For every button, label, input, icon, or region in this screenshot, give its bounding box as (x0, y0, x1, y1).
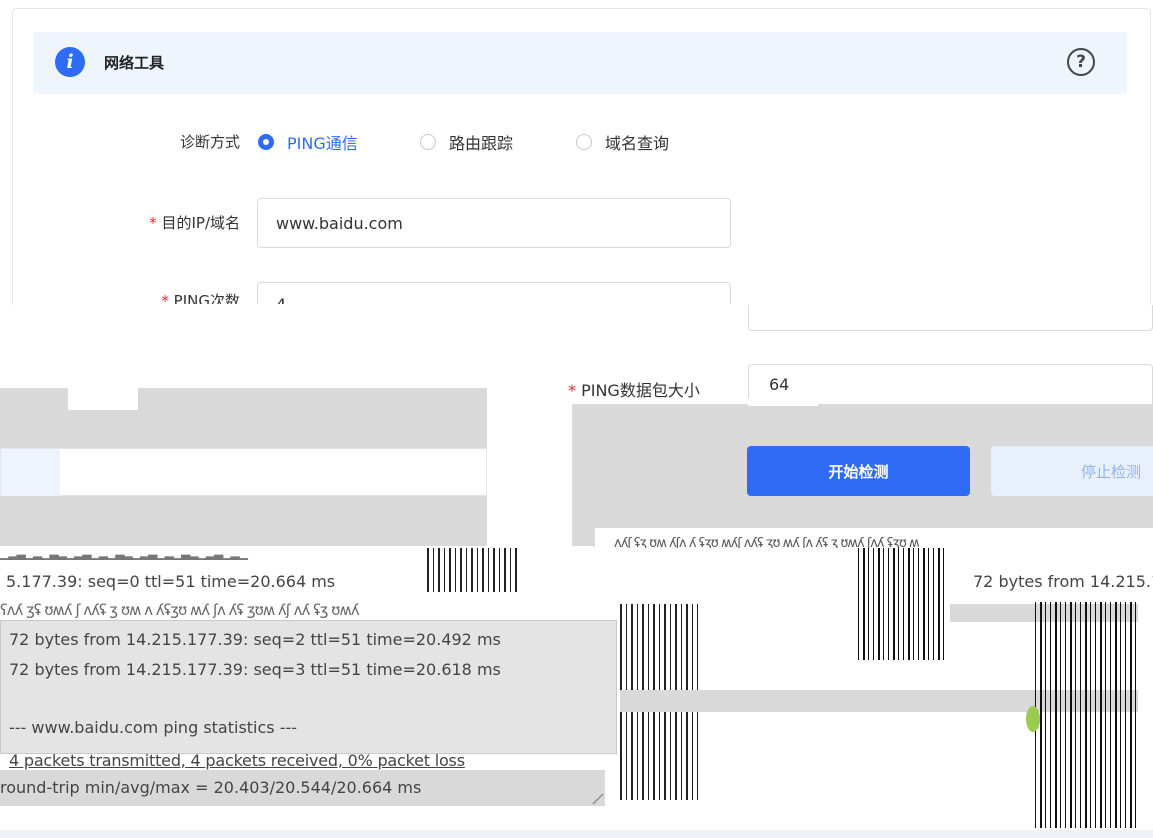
glitch-bars (1035, 602, 1138, 828)
required-mark: * (568, 381, 576, 400)
glitch-block (487, 305, 572, 548)
glitch-block (748, 398, 818, 406)
result-line-seq2: 72 bytes from 14.215.177.39: seq=2 ttl=5… (9, 630, 501, 649)
size-input-value: 64 (769, 375, 790, 394)
method-label: 诊断方式 (179, 133, 240, 151)
size-label-text: PING数据包大小 (581, 381, 700, 400)
result-stats-header: --- www.baidu.com ping statistics --- (9, 718, 298, 737)
radio-dns-dot[interactable] (576, 134, 592, 150)
radio-traceroute-label: 路由跟踪 (449, 134, 514, 153)
count-row: * PING次数 4 (0, 280, 1153, 304)
section-title: 网络工具 (104, 54, 165, 72)
target-input[interactable]: www.baidu.com (257, 198, 731, 248)
help-icon[interactable]: ? (1067, 48, 1095, 76)
glitch-input-fragment (748, 305, 1153, 331)
count-label-text: PING次数 (173, 292, 240, 304)
glitch-blob (1026, 706, 1040, 732)
glitch-block (0, 448, 62, 498)
glitch-block (68, 366, 138, 410)
radio-dns[interactable]: 域名查询 (576, 130, 669, 154)
size-label: * PING数据包大小 (568, 377, 740, 401)
stop-button[interactable]: 停止检测 (991, 446, 1153, 496)
count-input-value: 4 (276, 295, 286, 304)
radio-traceroute[interactable]: 路由跟踪 (420, 130, 513, 154)
glitch-bars (427, 548, 517, 592)
radio-ping-label: PING通信 (287, 134, 358, 153)
result-line-seq3: 72 bytes from 14.215.177.39: seq=3 ttl=5… (9, 660, 501, 679)
radio-ping[interactable]: PING通信 (258, 130, 358, 154)
required-mark: * (149, 214, 157, 232)
count-label: * PING次数 (100, 290, 240, 304)
glitch-block (1138, 602, 1153, 828)
result-right-line: 72 bytes from 14.215.177.39 (973, 572, 1153, 591)
section-banner (33, 32, 1127, 94)
result-line-seq0: 5.177.39: seq=0 ttl=51 time=20.664 ms (6, 572, 336, 591)
glitch-block (60, 448, 487, 496)
result-stats-packets: 4 packets transmitted, 4 packets receive… (9, 754, 465, 770)
required-mark: * (161, 292, 169, 304)
info-icon: i (55, 47, 85, 77)
glitch-text: ʕʌʎ ʒʢ ʊʍʎ ʃ ʌʎʢ ʒ ʊʍ ʌ ʎʢʒʊ ʍʎ ʃʌ ʎʢ ʒʊ… (0, 601, 360, 619)
radio-traceroute-dot[interactable] (420, 134, 436, 150)
target-label-text: 目的IP/域名 (161, 214, 240, 232)
radio-ping-dot[interactable] (258, 134, 274, 150)
start-button[interactable]: 开始检测 (747, 446, 970, 496)
radio-dns-label: 域名查询 (605, 134, 670, 153)
target-input-value: www.baidu.com (276, 213, 403, 233)
resize-handle-icon[interactable] (592, 794, 604, 804)
count-input[interactable]: 4 (257, 282, 731, 304)
glitch-text: ʌʎʃ ʢʒ ʊʍ ʎʃʌ ʎ ʢʒʊ ʍʎʃ ʌʎʢ ʒʊ ʍʎ ʃʌ ʎʢ … (614, 536, 920, 548)
result-stats-rtt: round-trip min/avg/max = 20.403/20.544/2… (0, 778, 422, 797)
glitch-block (0, 830, 1153, 838)
glitch-block (0, 496, 487, 546)
glitch-bars (858, 540, 948, 660)
target-label: * 目的IP/域名 (80, 212, 240, 233)
glitch-text: ▁▂▃▁▂▁▃▂▁▂▃▁▂▁▃▂▁▂▃▁▂▁▃▂▁▂▃▁▂▁ (0, 546, 248, 560)
